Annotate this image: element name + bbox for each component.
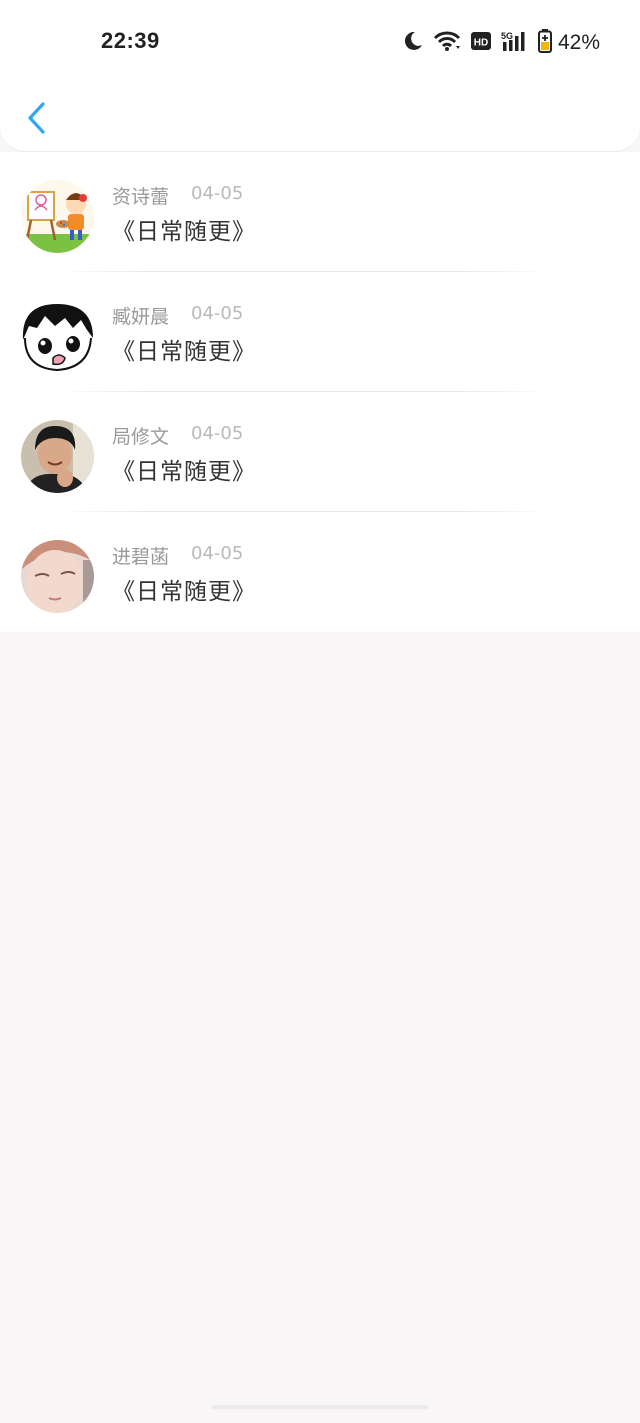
list-item[interactable]: 资诗蕾 04-05 《日常随更》 bbox=[0, 152, 640, 272]
message-date: 04-05 bbox=[191, 423, 244, 444]
sender-name: 资诗蕾 bbox=[112, 186, 170, 208]
sender-name: 臧妍晨 bbox=[112, 306, 170, 328]
moon-icon bbox=[402, 30, 424, 56]
list-item[interactable]: 局修文 04-05 《日常随更》 bbox=[0, 392, 640, 512]
top-bar: 22:39 HD 5G 42% bbox=[0, 0, 640, 152]
message-title[interactable]: 《日常随更》 bbox=[112, 452, 256, 486]
photo-person-avatar[interactable] bbox=[21, 420, 94, 493]
sender-name: 进碧菡 bbox=[112, 546, 170, 568]
message-list: 资诗蕾 04-05 《日常随更》 臧妍晨 04-05 《日常随更》 局修文 04… bbox=[0, 152, 640, 632]
svg-text:5G: 5G bbox=[501, 31, 513, 41]
sender-name: 局修文 bbox=[112, 426, 170, 448]
message-title[interactable]: 《日常随更》 bbox=[112, 212, 256, 246]
message-title[interactable]: 《日常随更》 bbox=[112, 332, 256, 366]
status-bar: 22:39 HD 5G 42% bbox=[0, 0, 640, 86]
cartoon-face-avatar[interactable] bbox=[21, 300, 94, 373]
back-button[interactable] bbox=[20, 98, 52, 138]
battery-icon bbox=[537, 29, 552, 57]
message-date: 04-05 bbox=[191, 183, 244, 204]
5g-signal-icon: 5G bbox=[501, 30, 529, 56]
message-date: 04-05 bbox=[191, 543, 244, 564]
svg-text:HD: HD bbox=[474, 38, 488, 49]
chevron-left-icon bbox=[28, 102, 45, 134]
wifi-icon bbox=[433, 30, 461, 56]
home-indicator bbox=[212, 1405, 428, 1409]
message-date: 04-05 bbox=[191, 303, 244, 324]
list-item[interactable]: 臧妍晨 04-05 《日常随更》 bbox=[0, 272, 640, 392]
list-item[interactable]: 进碧菡 04-05 《日常随更》 bbox=[0, 512, 640, 632]
status-icons: HD 5G 42% bbox=[393, 29, 600, 57]
hd-icon: HD bbox=[470, 31, 492, 55]
cartoon-painter-avatar[interactable] bbox=[21, 180, 94, 253]
status-time: 22:39 bbox=[101, 28, 160, 53]
message-title[interactable]: 《日常随更》 bbox=[112, 572, 256, 606]
battery-percent: 42% bbox=[557, 31, 600, 54]
photo-closeup-avatar[interactable] bbox=[21, 540, 94, 613]
